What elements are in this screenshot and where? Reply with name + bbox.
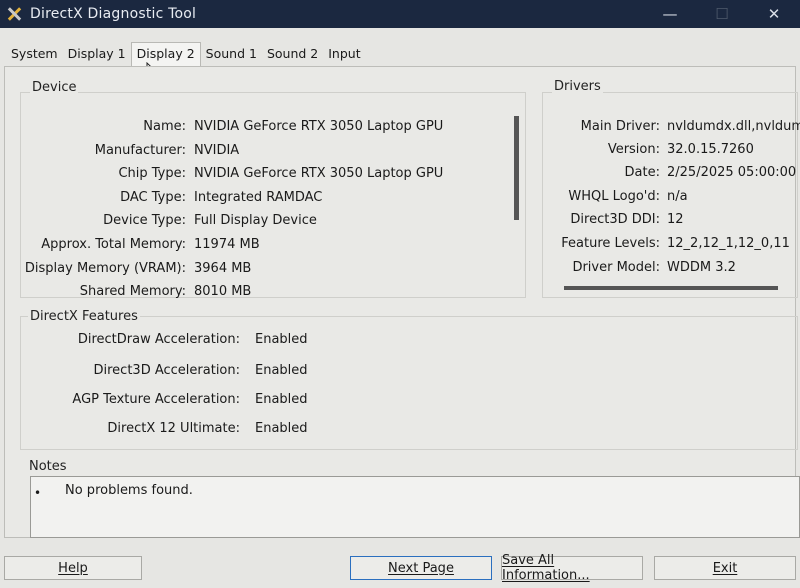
driver-model-value: WDDM 3.2 [667, 260, 736, 275]
main-driver-value: nvldumdx.dll,nvldum [667, 119, 800, 134]
window-title: DirectX Diagnostic Tool [30, 6, 197, 22]
next-page-button[interactable]: Next Page [350, 556, 492, 580]
tab-system[interactable]: System [6, 44, 63, 66]
device-type-label: Device Type: [103, 213, 186, 228]
name-value: NVIDIA GeForce RTX 3050 Laptop GPU [194, 119, 444, 134]
directx-icon [6, 6, 22, 22]
direct3d-acceleration-label: Direct3D Acceleration: [93, 363, 241, 378]
direct3d-ddi-label: Direct3D DDI: [570, 212, 660, 227]
tab-sound-2[interactable]: Sound 2 [262, 44, 323, 66]
agp-texture-acceleration-label: AGP Texture Acceleration: [72, 392, 240, 407]
direct3d-ddi-value: 12 [667, 212, 684, 227]
exit-button[interactable]: Exit [654, 556, 796, 580]
directx-12-ultimate-label: DirectX 12 Ultimate: [107, 421, 240, 436]
vram-label: Display Memory (VRAM): [24, 261, 186, 276]
directx-features-title: DirectX Features [28, 309, 140, 324]
manufacturer-label: Manufacturer: [94, 143, 186, 158]
whql-label: WHQL Logo'd: [568, 189, 660, 204]
bullet-icon: • [34, 486, 42, 500]
window-controls: — ☐ ✕ [644, 0, 800, 28]
maximize-button[interactable]: ☐ [696, 0, 748, 28]
title-bar: DirectX Diagnostic Tool — ☐ ✕ [0, 0, 800, 28]
chip-type-value: NVIDIA GeForce RTX 3050 Laptop GPU [194, 166, 444, 181]
drivers-group-title: Drivers [552, 79, 603, 94]
feature-levels-label: Feature Levels: [561, 236, 660, 251]
tab-input[interactable]: Input [323, 44, 365, 66]
whql-value: n/a [667, 189, 688, 204]
version-value: 32.0.15.7260 [667, 142, 754, 157]
drivers-horizontal-scrollbar[interactable] [564, 286, 778, 290]
tab-sound-1[interactable]: Sound 1 [201, 44, 262, 66]
chip-type-label: Chip Type: [118, 166, 186, 181]
agp-texture-acceleration-value: Enabled [255, 392, 308, 407]
minimize-button[interactable]: — [644, 0, 696, 28]
total-memory-value: 11974 MB [194, 237, 260, 252]
save-all-information-button[interactable]: Save All Information... [501, 553, 643, 583]
shared-memory-label: Shared Memory: [79, 284, 186, 299]
name-label: Name: [143, 119, 186, 134]
feature-levels-value: 12_2,12_1,12_0,11 [667, 236, 790, 251]
device-scrollbar[interactable] [514, 116, 519, 220]
tab-display-1[interactable]: Display 1 [63, 44, 131, 66]
version-label: Version: [607, 142, 660, 157]
dac-type-value: Integrated RAMDAC [194, 190, 323, 205]
directdraw-acceleration-value: Enabled [255, 332, 308, 347]
tab-bar: System Display 1 Display 2 Sound 1 Sound… [6, 42, 366, 66]
driver-model-label: Driver Model: [572, 260, 660, 275]
device-type-value: Full Display Device [194, 213, 317, 228]
shared-memory-value: 8010 MB [194, 284, 252, 299]
main-driver-label: Main Driver: [580, 119, 660, 134]
dac-type-label: DAC Type: [120, 190, 186, 205]
total-memory-label: Approx. Total Memory: [41, 237, 186, 252]
date-label: Date: [624, 165, 660, 180]
close-button[interactable]: ✕ [748, 0, 800, 28]
tab-display-2[interactable]: Display 2 [130, 42, 201, 66]
vram-value: 3964 MB [194, 261, 252, 276]
notes-message: No problems found. [65, 483, 193, 498]
direct3d-acceleration-value: Enabled [255, 363, 308, 378]
device-group-title: Device [30, 80, 79, 95]
notes-title: Notes [29, 459, 67, 474]
date-value: 2/25/2025 05:00:00 [667, 165, 797, 180]
directx-12-ultimate-value: Enabled [255, 421, 308, 436]
directdraw-acceleration-label: DirectDraw Acceleration: [77, 332, 240, 347]
manufacturer-value: NVIDIA [194, 143, 240, 158]
help-button[interactable]: Help [4, 556, 142, 580]
